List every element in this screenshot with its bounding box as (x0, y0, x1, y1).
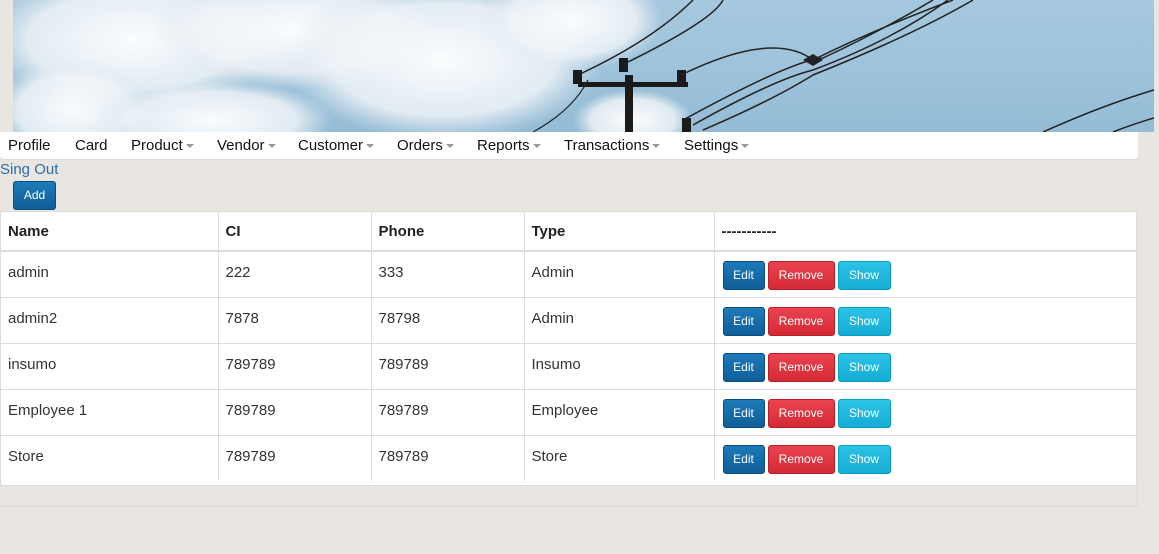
nav-transactions[interactable]: Transactions (564, 137, 661, 154)
cell-name: admin (1, 251, 219, 297)
nav-vendor[interactable]: Vendor (217, 137, 276, 154)
edit-button[interactable]: Edit (722, 352, 765, 382)
cell-phone: 333 (371, 251, 525, 297)
users-table: Name CI Phone Type ----------- admin 222… (1, 212, 1136, 481)
remove-button[interactable]: Remove (767, 398, 835, 428)
caret-down-icon (267, 144, 276, 149)
column-header-name: Name (1, 212, 219, 252)
cell-name: admin2 (1, 296, 219, 343)
edit-button[interactable]: Edit (722, 398, 765, 428)
nav-settings[interactable]: Settings (684, 137, 750, 154)
cell-actions: Edit Remove Show (714, 434, 1136, 481)
table-row: insumo 789789 789789 Insumo Edit Remove Sh… (1, 342, 1136, 389)
table-row: Store 789789 789789 Store Edit Remove Show (1, 434, 1136, 481)
cell-name: Store (1, 434, 219, 481)
nav-vendor-label: Vendor (217, 137, 265, 154)
remove-button[interactable]: Remove (767, 306, 835, 336)
table-row: admin2 7878 78798 Admin Edit Remove Show (1, 296, 1136, 343)
column-header-actions: ----------- (714, 212, 1136, 252)
caret-down-icon (185, 144, 194, 149)
show-button[interactable]: Show (837, 398, 891, 428)
caret-down-icon (532, 144, 541, 149)
cell-actions: Edit Remove Show (714, 296, 1136, 343)
nav-customer[interactable]: Customer (298, 137, 375, 154)
caret-down-icon (366, 144, 375, 149)
table-header-row: Name CI Phone Type ----------- (1, 212, 1136, 252)
cell-phone: 789789 (371, 434, 525, 481)
nav-orders[interactable]: Orders (397, 137, 454, 154)
cell-phone: 789789 (371, 388, 525, 435)
nav-orders-label: Orders (397, 137, 443, 154)
remove-button[interactable]: Remove (767, 261, 835, 290)
cell-type: Employee (524, 388, 715, 435)
remove-button[interactable]: Remove (767, 352, 835, 382)
banner-image (13, 0, 1154, 132)
cell-ci: 222 (218, 251, 372, 297)
nav-card[interactable]: Card (75, 137, 108, 154)
cell-phone: 78798 (371, 296, 525, 343)
edit-button[interactable]: Edit (722, 306, 765, 336)
cell-type: Admin (524, 296, 715, 343)
column-header-ci: CI (218, 212, 372, 252)
cell-name: Employee 1 (1, 388, 219, 435)
cell-phone: 789789 (371, 342, 525, 389)
table-footer (0, 486, 1138, 507)
users-table-container: Name CI Phone Type ----------- admin 222… (0, 211, 1137, 486)
table-row: Employee 1 789789 789789 Employee Edit Re… (1, 388, 1136, 435)
cell-name: insumo (1, 342, 219, 389)
nav-reports-label: Reports (477, 137, 530, 154)
show-button[interactable]: Show (837, 444, 891, 474)
show-button[interactable]: Show (837, 261, 891, 290)
edit-button[interactable]: Edit (722, 261, 765, 290)
cell-ci: 7878 (218, 296, 372, 343)
cell-actions: Edit Remove Show (714, 251, 1136, 297)
cell-ci: 789789 (218, 342, 372, 389)
nav-product-label: Product (131, 137, 183, 154)
main-navbar: Profile Card Product Vendor Customer Ord… (0, 132, 1138, 159)
show-button[interactable]: Show (837, 352, 891, 382)
nav-settings-label: Settings (684, 137, 739, 154)
table-row: admin 222 333 Admin Edit Remove Show (1, 251, 1136, 297)
nav-product[interactable]: Product (131, 137, 194, 154)
caret-down-icon (445, 144, 454, 149)
nav-reports[interactable]: Reports (477, 137, 541, 154)
nav-profile-label: Profile (8, 137, 51, 154)
header-banner (13, 0, 1154, 132)
cell-actions: Edit Remove Show (714, 388, 1136, 435)
nav-transactions-label: Transactions (564, 137, 650, 154)
cell-type: Admin (524, 251, 715, 297)
cell-type: Store (524, 434, 715, 481)
edit-button[interactable]: Edit (722, 444, 765, 474)
nav-profile[interactable]: Profile (8, 137, 51, 154)
add-button[interactable]: Add (13, 181, 56, 210)
cell-type: Insumo (524, 342, 715, 389)
caret-down-icon (741, 144, 750, 149)
cell-ci: 789789 (218, 388, 372, 435)
cell-actions: Edit Remove Show (714, 342, 1136, 389)
remove-button[interactable]: Remove (767, 444, 835, 474)
show-button[interactable]: Show (837, 306, 891, 336)
cell-ci: 789789 (218, 434, 372, 481)
nav-card-label: Card (75, 137, 108, 154)
column-header-phone: Phone (371, 212, 525, 252)
nav-customer-label: Customer (298, 137, 364, 154)
sign-out-link[interactable]: Sing Out (0, 161, 58, 178)
caret-down-icon (652, 144, 661, 149)
column-header-type: Type (524, 212, 715, 252)
